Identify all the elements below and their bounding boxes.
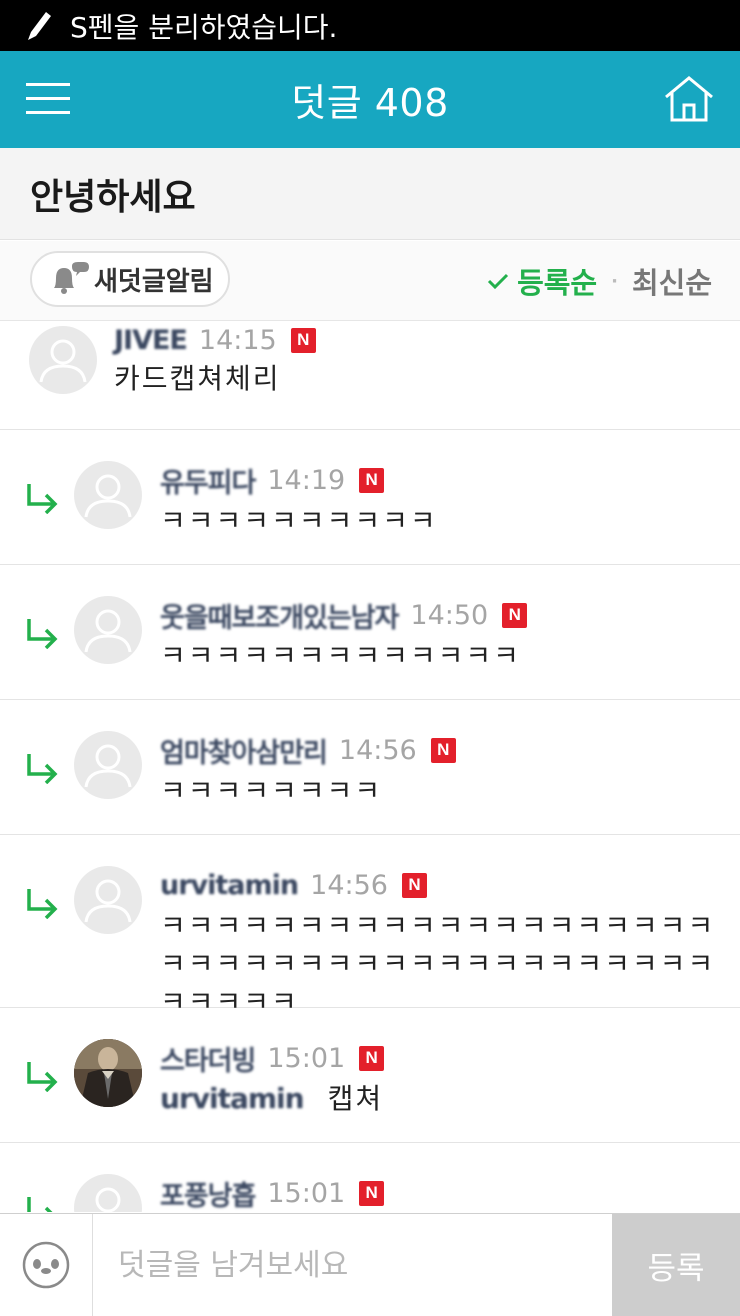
comment-nickname[interactable]: JIVEE	[114, 325, 188, 356]
comment-time: 15:01	[267, 1042, 346, 1074]
default-user-icon	[30, 327, 96, 393]
menu-icon[interactable]	[26, 81, 70, 117]
app-bar: 덧글 408	[0, 51, 740, 148]
avatar[interactable]	[74, 1039, 142, 1107]
comment-nickname[interactable]: 엄마찾아삼만리	[160, 731, 328, 770]
comment-meta: 스타더빙 15:01 N	[160, 1039, 385, 1078]
sort-registered-button[interactable]: 등록순	[487, 260, 597, 302]
comment-text: ㅋㅋㅋㅋㅋㅋㅋㅋㅋㅋ	[160, 504, 438, 537]
default-user-icon	[75, 597, 141, 663]
user-photo	[74, 1039, 142, 1107]
home-icon[interactable]	[662, 75, 716, 123]
comment-text-wrapper: urvitamin 캡쳐	[160, 1080, 383, 1118]
comment-nickname[interactable]: 유두피다	[160, 461, 256, 500]
new-badge: N	[290, 327, 316, 353]
comment-meta: 유두피다 14:19 N	[160, 461, 385, 500]
new-badge: N	[502, 602, 528, 628]
comment-list[interactable]: JIVEE 14:15 N 카드캡쳐체리 유두피다 14:19 N ㅋㅋㅋㅋㅋㅋ…	[0, 322, 740, 1212]
sort-separator: ·	[611, 270, 618, 292]
comment-row[interactable]: 유두피다 14:19 N ㅋㅋㅋㅋㅋㅋㅋㅋㅋㅋ	[0, 430, 740, 565]
comment-nickname[interactable]: 웃을때보조개있는남자	[160, 596, 399, 635]
page-title: 덧글 408	[291, 81, 449, 125]
default-user-icon	[75, 462, 141, 528]
sort-options: 등록순 · 최신순	[487, 241, 712, 321]
comment-meta: 웃을때보조개있는남자 14:50 N	[160, 596, 528, 635]
comment-meta: JIVEE 14:15 N	[114, 322, 316, 358]
comment-input-bar: 등록	[0, 1213, 740, 1316]
avatar[interactable]	[74, 1174, 142, 1212]
comment-time: 14:50	[410, 599, 489, 631]
comment-meta: 엄마찾아삼만리 14:56 N	[160, 731, 456, 770]
mention-user[interactable]: urvitamin	[160, 1082, 305, 1115]
new-badge: N	[401, 872, 427, 898]
submit-button[interactable]: 등록	[612, 1214, 740, 1316]
comment-row[interactable]: 웃을때보조개있는남자 14:50 N ㅋㅋㅋㅋㅋㅋㅋㅋㅋㅋㅋㅋㅋ	[0, 565, 740, 700]
comment-text: ㅋㅋㅋㅋㅋㅋㅋㅋㅋㅋㅋㅋㅋ	[160, 639, 521, 672]
new-comment-alert-button[interactable]: 새덧글알림	[30, 251, 230, 307]
sort-latest-button[interactable]: 최신순	[632, 260, 712, 302]
comment-row[interactable]: 스타더빙 15:01 N urvitamin 캡쳐	[0, 1008, 740, 1143]
reply-arrow-icon	[27, 619, 58, 649]
comment-text: ㅋㅋㅋㅋㅋㅋㅋㅋ	[160, 774, 383, 807]
new-badge: N	[359, 1045, 385, 1071]
pen-icon	[28, 11, 51, 40]
comment-time: 15:01	[267, 1177, 346, 1209]
avatar[interactable]	[74, 461, 142, 529]
comment-text: 카드캡쳐체리	[114, 362, 281, 395]
sort-registered-label: 등록순	[517, 266, 598, 300]
comment-time: 14:19	[267, 464, 346, 496]
default-user-icon	[75, 732, 141, 798]
comment-time: 14:15	[198, 324, 277, 356]
comment-meta: urvitamin 14:56 N	[160, 867, 427, 903]
reply-arrow-icon	[27, 754, 58, 784]
status-message: S펜을 분리하였습니다.	[70, 10, 338, 44]
new-badge: N	[430, 737, 456, 763]
sticker-button[interactable]	[0, 1214, 93, 1316]
comment-meta: 포풍낭흡 15:01 N	[160, 1174, 385, 1213]
avatar[interactable]	[29, 326, 97, 394]
avatar[interactable]	[74, 596, 142, 664]
reply-arrow-icon	[27, 1062, 58, 1092]
default-user-icon	[75, 867, 141, 933]
post-title: 안녕하세요	[0, 148, 740, 240]
comment-time: 14:56	[338, 734, 417, 766]
comment-text: ㅋㅋㅋㅋㅋㅋㅋㅋㅋㅋㅋㅋㅋㅋㅋㅋㅋㅋㅋㅋㅋㅋㅋㅋㅋㅋㅋㅋㅋㅋㅋㅋㅋㅋㅋㅋㅋㅋㅋㅋ…	[160, 909, 716, 1018]
comment-nickname[interactable]: 포풍낭흡	[160, 1174, 256, 1213]
check-icon	[488, 273, 509, 290]
smiley-face-icon	[22, 1241, 70, 1289]
reply-arrow-icon	[27, 1197, 53, 1212]
bell-icon	[54, 262, 89, 294]
comment-text: 캡쳐	[327, 1082, 384, 1115]
new-badge: N	[359, 1180, 385, 1206]
default-user-icon	[75, 1175, 141, 1212]
comment-nickname[interactable]: urvitamin	[160, 870, 299, 901]
comment-row[interactable]: 엄마찾아삼만리 14:56 N ㅋㅋㅋㅋㅋㅋㅋㅋ	[0, 700, 740, 835]
status-bar: S펜을 분리하였습니다.	[0, 0, 740, 51]
avatar[interactable]	[74, 731, 142, 799]
comment-nickname[interactable]: 스타더빙	[160, 1039, 256, 1078]
comment-row[interactable]: urvitamin 14:56 N ㅋㅋㅋㅋㅋㅋㅋㅋㅋㅋㅋㅋㅋㅋㅋㅋㅋㅋㅋㅋㅋㅋ…	[0, 835, 740, 1018]
reply-arrow-icon	[27, 484, 58, 514]
notify-label: 새덧글알림	[94, 266, 214, 297]
comment-row[interactable]: 포풍낭흡 15:01 N	[0, 1143, 740, 1212]
new-badge: N	[359, 467, 385, 493]
avatar[interactable]	[74, 866, 142, 934]
comment-toolbar: 새덧글알림 등록순 · 최신순	[0, 241, 740, 321]
comment-input[interactable]	[94, 1214, 612, 1316]
comment-time: 14:56	[310, 869, 388, 901]
comment-row[interactable]: JIVEE 14:15 N 카드캡쳐체리	[0, 322, 740, 430]
reply-arrow-icon	[27, 889, 58, 919]
